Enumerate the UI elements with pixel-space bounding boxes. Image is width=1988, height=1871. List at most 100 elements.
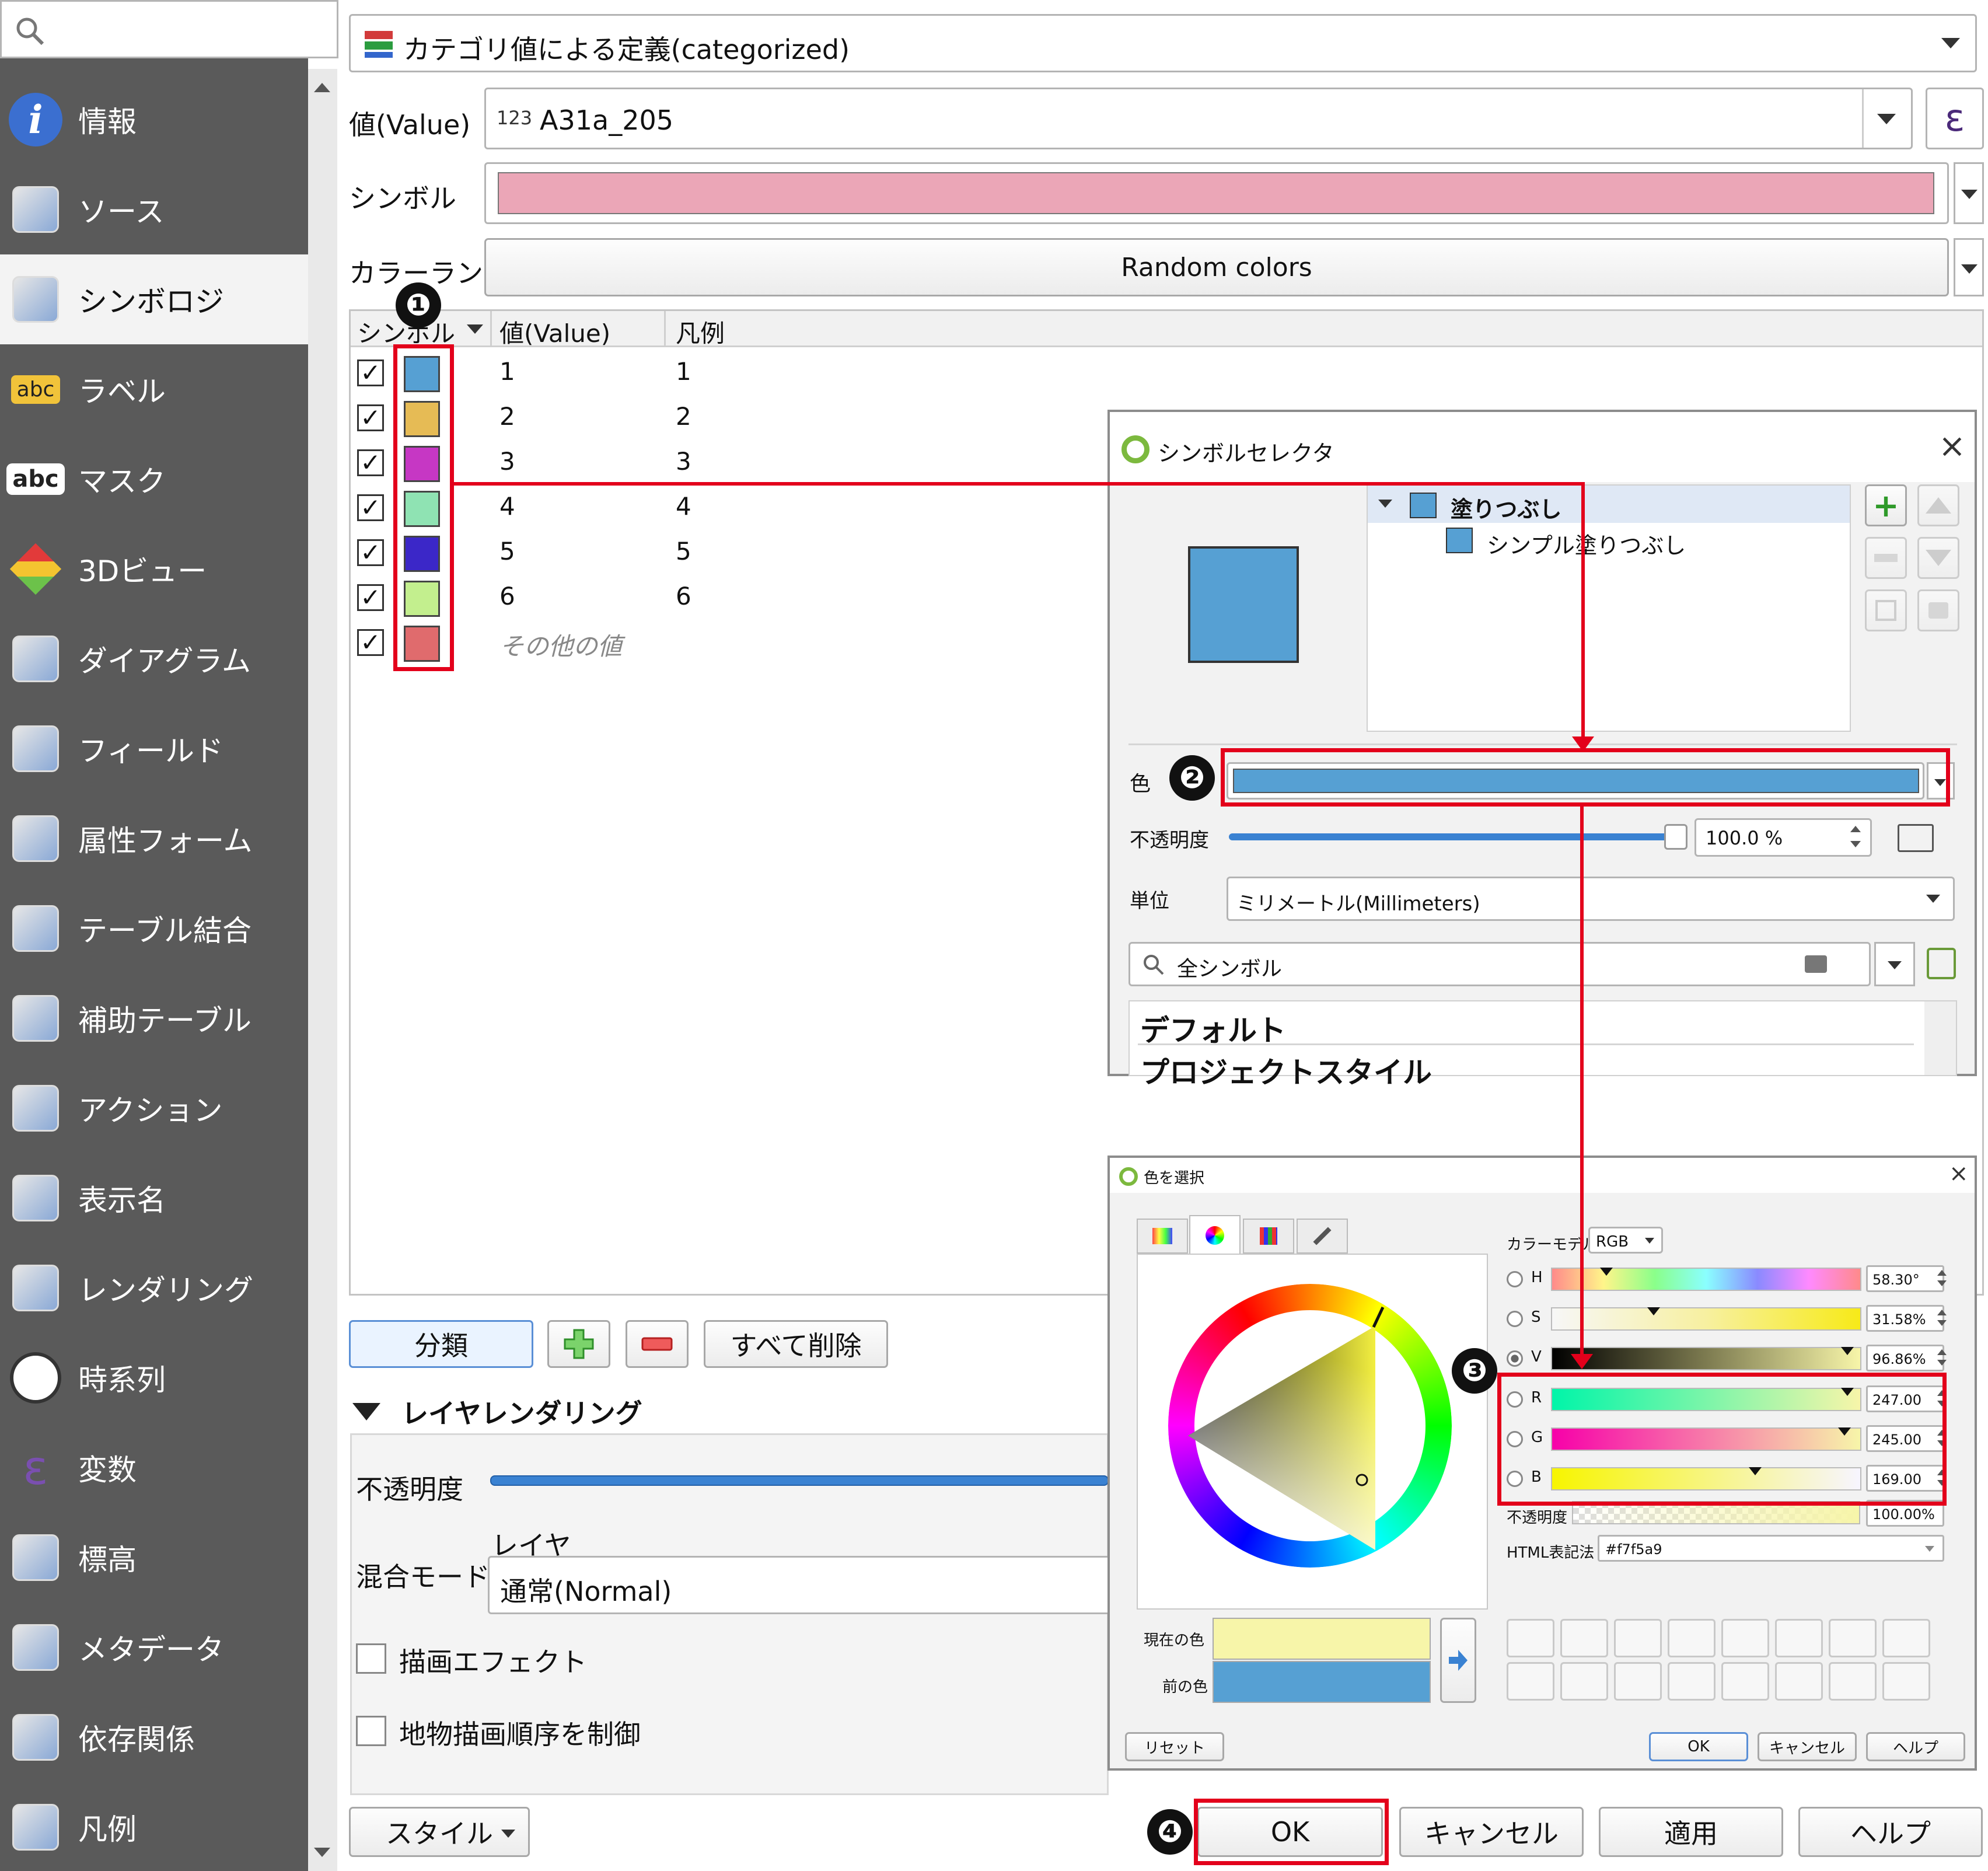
tab-color-ramp[interactable] (1137, 1219, 1188, 1254)
sidebar-scrollbar[interactable] (308, 69, 337, 1871)
palette-swatch-slot[interactable] (1882, 1619, 1930, 1657)
add-layer-button[interactable]: + (1865, 484, 1907, 526)
order-by-checkbox[interactable] (356, 1716, 386, 1746)
sidebar-item-mask-abc[interactable]: abc マスク (0, 434, 308, 524)
remove-layer-button[interactable] (1865, 537, 1907, 579)
palette-swatch-slot[interactable] (1829, 1662, 1877, 1701)
spin-down-icon[interactable] (1937, 1320, 1947, 1326)
category-checkbox[interactable]: ✓ (357, 404, 384, 431)
sidebar-item-symbology-brush[interactable]: シンボロジ (0, 254, 308, 344)
opacity-spinbox[interactable]: 100.0 % (1694, 818, 1872, 857)
category-value[interactable]: 1 (499, 357, 515, 386)
sort-indicator-icon[interactable] (467, 324, 483, 334)
expand-arrow-icon[interactable] (1378, 500, 1392, 508)
palette-swatch-slot[interactable] (1775, 1662, 1823, 1701)
sidebar-item-source-tools[interactable]: ソース (0, 165, 308, 254)
color-help-button[interactable]: ヘルプ (1866, 1732, 1965, 1761)
color-wheel[interactable] (1168, 1284, 1452, 1568)
palette-swatch-slot[interactable] (1829, 1619, 1877, 1657)
palette-swatch-slot[interactable] (1882, 1662, 1930, 1701)
category-value[interactable]: 3 (499, 447, 515, 476)
channel-spinbox-s[interactable]: 31.58% (1866, 1305, 1944, 1332)
palette-swatch-slot[interactable] (1721, 1662, 1769, 1701)
symbol-layer-tree[interactable]: 塗りつぶし シンプル塗りつぶし (1367, 484, 1851, 732)
apply-button[interactable]: 適用 (1599, 1807, 1783, 1857)
sidebar-item-cube-3d[interactable]: 3Dビュー (0, 524, 308, 614)
sidebar-item-label-abc[interactable]: abc ラベル (0, 344, 308, 434)
sidebar-item-diagram[interactable]: ダイアグラム (0, 614, 308, 704)
scroll-up-icon[interactable] (314, 83, 330, 92)
palette-swatch-slot[interactable] (1614, 1619, 1662, 1657)
sidebar-item-attribute-form[interactable]: 属性フォーム (0, 794, 308, 884)
category-checkbox[interactable]: ✓ (357, 494, 384, 521)
value-field-select[interactable]: 123 A31a_205 (484, 88, 1913, 149)
palette-swatch-slot[interactable] (1668, 1662, 1716, 1701)
tab-color-picker[interactable] (1297, 1219, 1348, 1254)
html-notation-input[interactable]: #f7f5a9 (1598, 1535, 1944, 1562)
lock-layer-button[interactable] (1917, 589, 1959, 631)
palette-swatch-slot[interactable] (1775, 1619, 1823, 1657)
sidebar-search-input[interactable] (0, 0, 338, 58)
unit-select[interactable]: ミリメートル(Millimeters) (1227, 877, 1955, 921)
channel-slider-s[interactable] (1551, 1307, 1861, 1331)
symbol-button[interactable] (484, 162, 1949, 224)
symbol-dropdown-button[interactable] (1954, 162, 1984, 224)
palette-swatch-slot[interactable] (1721, 1619, 1769, 1657)
palette-swatch-slot[interactable] (1507, 1662, 1554, 1701)
symbol-search-input[interactable]: 全シンボル (1128, 942, 1871, 986)
collapse-arrow-icon[interactable] (352, 1403, 380, 1420)
sidebar-item-join[interactable]: テーブル結合 (0, 884, 308, 973)
opacity-slider[interactable] (1229, 833, 1678, 840)
channel-slider-h[interactable] (1551, 1268, 1861, 1291)
spin-down-icon[interactable] (1937, 1280, 1947, 1286)
sidebar-item-dependencies[interactable]: 依存関係 (0, 1692, 308, 1782)
sidebar-item-legend[interactable]: 凡例 (0, 1782, 308, 1871)
category-checkbox[interactable]: ✓ (357, 629, 384, 656)
close-icon[interactable]: × (1938, 427, 1966, 465)
category-legend[interactable]: 3 (676, 447, 691, 476)
channel-radio-h[interactable] (1507, 1271, 1523, 1287)
help-button[interactable]: ヘルプ (1798, 1807, 1983, 1857)
close-icon[interactable]: × (1949, 1160, 1969, 1187)
spin-up-icon[interactable] (1937, 1270, 1947, 1276)
reset-button[interactable]: リセット (1125, 1732, 1224, 1761)
chevron-down-icon[interactable] (1941, 38, 1960, 48)
category-checkbox[interactable]: ✓ (357, 449, 384, 476)
slider-handle-icon[interactable] (1647, 1307, 1661, 1315)
sidebar-item-clock[interactable]: 時系列 (0, 1333, 308, 1423)
scroll-down-icon[interactable] (314, 1848, 330, 1857)
category-checkbox[interactable]: ✓ (357, 359, 384, 386)
search-filter-dropdown[interactable] (1874, 942, 1915, 986)
duplicate-layer-button[interactable] (1865, 589, 1907, 631)
style-manager-icon[interactable] (1927, 948, 1956, 979)
channel-spinbox-v[interactable]: 96.86% (1866, 1345, 1944, 1371)
slider-handle-icon[interactable] (1840, 1347, 1854, 1355)
channel-slider-v[interactable] (1551, 1347, 1861, 1370)
category-legend[interactable]: 4 (676, 492, 691, 521)
sidebar-item-elevation[interactable]: 標高 (0, 1513, 308, 1603)
color-ramp-dropdown-button[interactable] (1954, 238, 1984, 296)
spin-down-icon[interactable] (1937, 1360, 1947, 1366)
palette-swatch-slot[interactable] (1507, 1619, 1554, 1657)
palette-swatch-slot[interactable] (1668, 1619, 1716, 1657)
sidebar-item-action-gear[interactable]: アクション (0, 1063, 308, 1153)
channel-radio-s[interactable] (1507, 1311, 1523, 1327)
apply-color-arrow-button[interactable] (1440, 1618, 1476, 1703)
previous-color-swatch[interactable] (1213, 1661, 1431, 1703)
list-scrollbar[interactable] (1924, 1001, 1956, 1075)
header-legend[interactable]: 凡例 (676, 314, 725, 350)
style-button[interactable]: スタイル (349, 1807, 530, 1857)
sidebar-item-info[interactable]: i 情報 (0, 75, 308, 165)
color-cancel-button[interactable]: キャンセル (1758, 1732, 1857, 1761)
slider-handle-icon[interactable] (1599, 1268, 1613, 1276)
header-value[interactable]: 値(Value) (499, 314, 610, 350)
data-defined-override-icon[interactable] (1898, 824, 1934, 852)
clear-search-icon[interactable] (1805, 955, 1827, 973)
channel-spinbox-h[interactable]: 58.30° (1866, 1265, 1944, 1292)
cancel-button[interactable]: キャンセル (1399, 1807, 1584, 1857)
category-value[interactable]: 4 (499, 492, 515, 521)
chevron-down-icon[interactable] (1877, 114, 1896, 124)
color-model-select[interactable]: RGB (1588, 1227, 1663, 1254)
sidebar-item-metadata[interactable]: メタデータ (0, 1603, 308, 1692)
category-legend[interactable]: 6 (676, 582, 691, 610)
